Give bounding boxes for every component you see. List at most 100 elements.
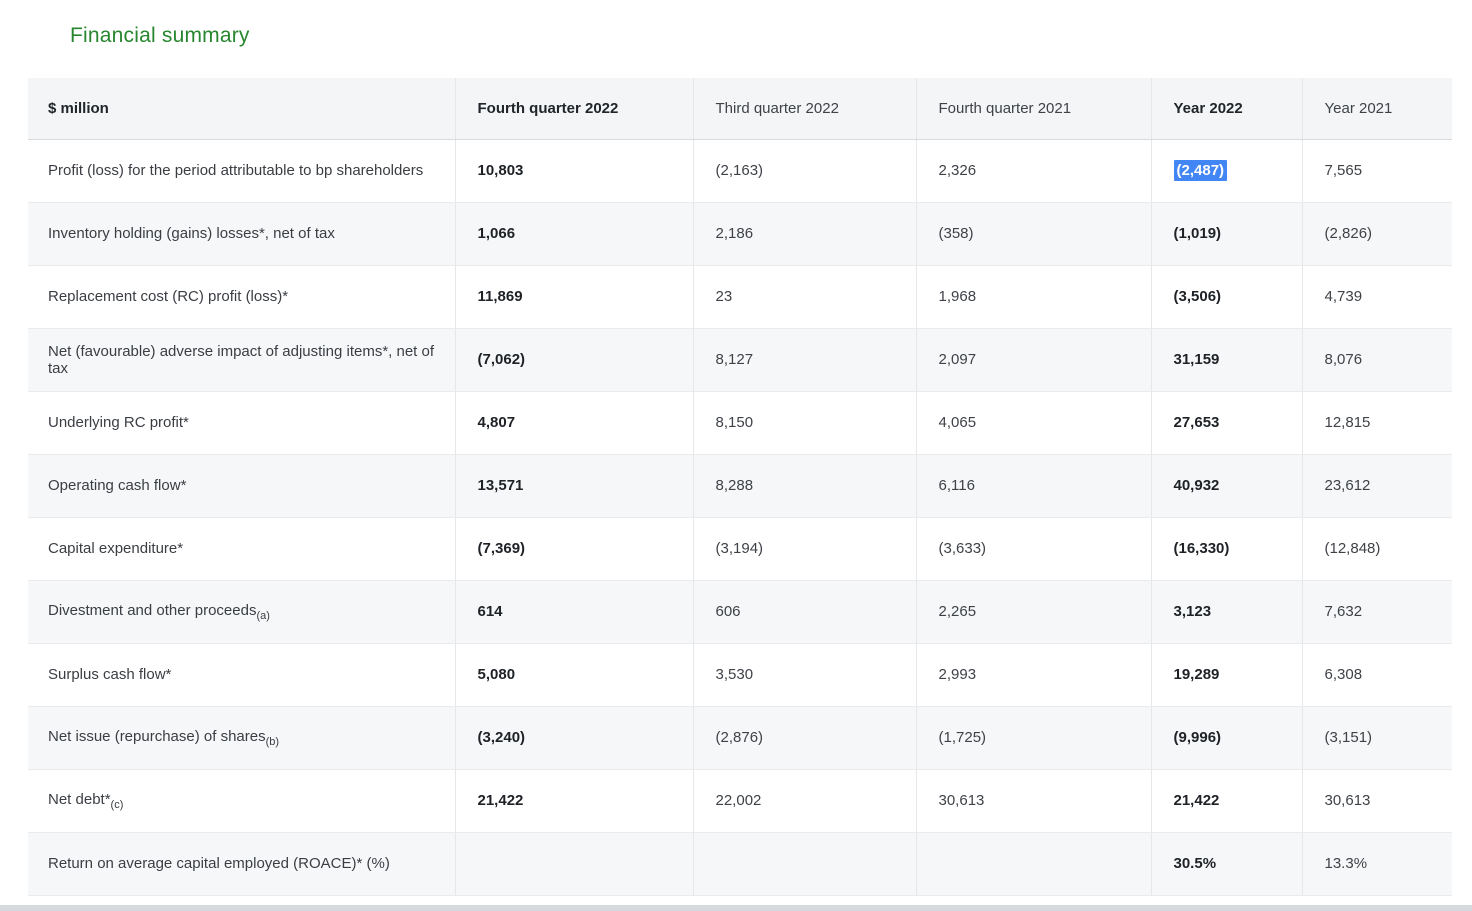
unit-column-header: $ million xyxy=(28,78,455,139)
row-label-text: Divestment and other proceeds xyxy=(48,602,256,619)
cell-value: 8,127 xyxy=(716,351,754,368)
cell-value: (3,151) xyxy=(1325,729,1373,746)
table-row: Underlying RC profit* 4,807 8,150 4,065 27,6… xyxy=(28,391,1452,454)
row-label: Underlying RC profit* xyxy=(28,391,455,454)
cell-value: 4,739 xyxy=(1325,288,1363,305)
table-cell: 40,932 xyxy=(1151,454,1302,517)
cell-value: 2,326 xyxy=(939,162,977,179)
table-row: Operating cash flow*13,5718,2886,11640,9… xyxy=(28,454,1452,517)
table-row: Profit (loss) for the period attributabl… xyxy=(28,139,1452,202)
cell-value: 12,815 xyxy=(1325,414,1371,431)
cell-value: (1,725) xyxy=(939,729,987,746)
table-cell: 1,968 xyxy=(916,265,1151,328)
row-label-text: Net (favourable) adverse impact of adjus… xyxy=(48,343,434,377)
table-cell: 4,739 xyxy=(1302,265,1452,328)
cell-value: 8,076 xyxy=(1325,351,1363,368)
horizontal-scrollbar[interactable] xyxy=(0,905,1472,911)
table-cell: 2,265 xyxy=(916,580,1151,643)
cell-value: (2,163) xyxy=(716,162,764,179)
table-cell: (3,506) xyxy=(1151,265,1302,328)
footnote-marker: (c) xyxy=(111,799,124,811)
table-cell: 4,807 xyxy=(455,391,693,454)
cell-value: (358) xyxy=(939,225,974,242)
table-cell: 11,869 xyxy=(455,265,693,328)
table-cell: (9,996) xyxy=(1151,706,1302,769)
row-label: Inventory holding (gains) losses*, net o… xyxy=(28,202,455,265)
row-label-text: Operating cash flow* xyxy=(48,477,186,494)
table-row: Net issue (repurchase) of shares(b) (3,24… xyxy=(28,706,1452,769)
selected-cell-value[interactable]: (2,487) xyxy=(1174,160,1228,181)
table-row: Net (favourable) adverse impact of adjus… xyxy=(28,328,1452,391)
cell-value: 27,653 xyxy=(1174,414,1220,431)
cell-value: 2,993 xyxy=(939,666,977,683)
cell-value: 2,097 xyxy=(939,351,977,368)
cell-value: 19,289 xyxy=(1174,666,1220,683)
table-cell: 23 xyxy=(693,265,916,328)
table-cell: 27,653 xyxy=(1151,391,1302,454)
cell-value: 30,613 xyxy=(939,792,985,809)
row-label: Net issue (repurchase) of shares(b) xyxy=(28,706,455,769)
cell-value: 22,002 xyxy=(716,792,762,809)
table-cell xyxy=(916,832,1151,895)
page-title: Financial summary xyxy=(28,0,1452,48)
footnote-marker: (b) xyxy=(266,736,279,748)
cell-value: 8,150 xyxy=(716,414,754,431)
cell-value: 7,565 xyxy=(1325,162,1363,179)
table-cell: (1,725) xyxy=(916,706,1151,769)
cell-value: 606 xyxy=(716,603,741,620)
table-cell: 2,993 xyxy=(916,643,1151,706)
table-cell: (2,876) xyxy=(693,706,916,769)
table-cell: 22,002 xyxy=(693,769,916,832)
table-cell: (2,826) xyxy=(1302,202,1452,265)
cell-value: 5,080 xyxy=(478,666,516,683)
table-cell: 6,116 xyxy=(916,454,1151,517)
row-label: Net (favourable) adverse impact of adjus… xyxy=(28,328,455,391)
table-cell: (16,330) xyxy=(1151,517,1302,580)
title-band: Financial summary xyxy=(28,0,1452,78)
footnote-marker: (a) xyxy=(256,610,269,622)
table-cell: 21,422 xyxy=(455,769,693,832)
cell-value: (3,506) xyxy=(1174,288,1222,305)
table-cell: 23,612 xyxy=(1302,454,1452,517)
table-cell xyxy=(455,832,693,895)
table-row: Return on average capital employed (ROAC… xyxy=(28,832,1452,895)
financial-summary-table: $ million Fourth quarter 2022Third quart… xyxy=(28,78,1452,896)
cell-value: 2,186 xyxy=(716,225,754,242)
row-label: Divestment and other proceeds(a) xyxy=(28,580,455,643)
table-cell: 5,080 xyxy=(455,643,693,706)
table-cell: 7,565 xyxy=(1302,139,1452,202)
cell-value: 40,932 xyxy=(1174,477,1220,494)
cell-value: 4,065 xyxy=(939,414,977,431)
column-header: Year 2021 xyxy=(1302,78,1452,139)
table-cell: (3,194) xyxy=(693,517,916,580)
cell-value: 23,612 xyxy=(1325,477,1371,494)
table-header-row: $ million Fourth quarter 2022Third quart… xyxy=(28,78,1452,139)
table-cell: (3,151) xyxy=(1302,706,1452,769)
table-cell: 21,422 xyxy=(1151,769,1302,832)
cell-value: (3,240) xyxy=(478,729,526,746)
cell-value: 13.3% xyxy=(1325,855,1368,872)
table-cell: 8,150 xyxy=(693,391,916,454)
cell-value: (16,330) xyxy=(1174,540,1230,557)
cell-value: 21,422 xyxy=(1174,792,1220,809)
cell-value: 614 xyxy=(478,603,503,620)
cell-value: 11,869 xyxy=(478,288,523,305)
row-label: Capital expenditure* xyxy=(28,517,455,580)
table-cell: 3,123 xyxy=(1151,580,1302,643)
content-area: Financial summary $ million Fourth quart… xyxy=(28,0,1452,896)
table-cell: 614 xyxy=(455,580,693,643)
table-cell: (3,240) xyxy=(455,706,693,769)
table-row: Inventory holding (gains) losses*, net o… xyxy=(28,202,1452,265)
cell-value: (2,876) xyxy=(716,729,764,746)
financial-summary-page: Financial summary $ million Fourth quart… xyxy=(0,0,1472,911)
table-cell: 606 xyxy=(693,580,916,643)
column-header: Year 2022 xyxy=(1151,78,1302,139)
row-label-text: Underlying RC profit* xyxy=(48,414,189,431)
cell-value: (2,826) xyxy=(1325,225,1373,242)
table-cell: (358) xyxy=(916,202,1151,265)
table-cell: 7,632 xyxy=(1302,580,1452,643)
table-cell: (1,019) xyxy=(1151,202,1302,265)
cell-value: 7,632 xyxy=(1325,603,1363,620)
cell-value: 21,422 xyxy=(478,792,524,809)
cell-value: (7,369) xyxy=(478,540,526,557)
